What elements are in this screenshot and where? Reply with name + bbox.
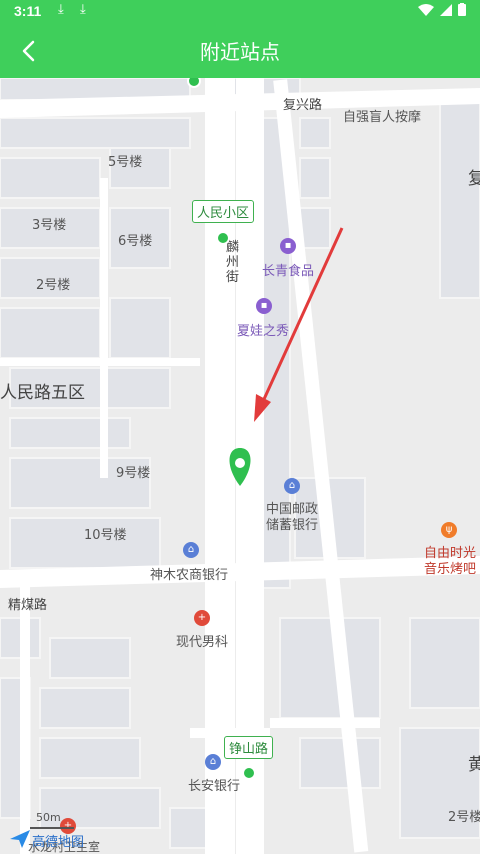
status-bar: 3:11 ⤓ ⤓ <box>0 0 480 24</box>
poi-postal-line2[interactable]: 储蓄银行 <box>266 514 318 533</box>
status-time: 3:11 <box>14 3 42 19</box>
bus-stop-marker[interactable] <box>242 766 256 780</box>
road-label-fuxing: 复兴路 <box>283 98 323 113</box>
building-label: 5号楼 <box>108 155 143 170</box>
signal-icon <box>440 3 452 16</box>
shop-icon: ▪ <box>256 298 272 314</box>
bus-stop-zhengshan[interactable]: 铮山路 <box>224 736 274 759</box>
wifi-icon <box>418 3 434 16</box>
building-label: 6号楼 <box>118 234 153 249</box>
poi-changqing[interactable]: 长青食品 <box>262 260 314 279</box>
bank-icon: ⌂ <box>183 542 199 558</box>
poi-ziyou-line2[interactable]: 音乐烤吧 <box>424 558 476 577</box>
bank-icon: ⌂ <box>205 754 221 770</box>
bank-icon: ⌂ <box>284 478 300 494</box>
poi-xiawa[interactable]: 夏娃之秀 <box>237 320 289 339</box>
building-label: 2号楼 <box>448 810 480 825</box>
building-label: 9号楼 <box>116 466 151 481</box>
map-scale-bar <box>30 827 74 829</box>
bus-stop-renmin-xiaoqu[interactable]: 人民小区 <box>192 200 255 223</box>
app-header: 附近站点 <box>0 24 480 78</box>
system-icons <box>418 3 466 16</box>
battery-icon <box>458 3 466 16</box>
map-scale: 50m <box>36 811 61 824</box>
download-icon: ⤓ <box>80 2 86 17</box>
page-title: 附近站点 <box>200 40 280 64</box>
map-view[interactable]: 复 黄 复兴路 麟州街 精煤路 人民路五区 5号楼 3号楼 6号楼 2号楼 9号… <box>0 78 480 854</box>
map-edge-label: 黄 <box>468 755 480 775</box>
restaurant-icon: ψ <box>441 522 457 538</box>
building-label: 2号楼 <box>36 278 71 293</box>
shop-icon: ▪ <box>280 238 296 254</box>
building-label: 3号楼 <box>32 218 67 233</box>
map-logo-text: 高德地图 <box>32 835 85 850</box>
bus-stop-marker[interactable] <box>216 231 230 245</box>
poi-changan-bank[interactable]: 长安银行 <box>188 775 240 794</box>
amap-logo-icon <box>10 830 30 848</box>
road-label-linzhou: 麟州街 <box>226 240 240 285</box>
download-icon: ⤓ <box>58 2 64 17</box>
hospital-icon: + <box>194 610 210 626</box>
road-label-jingmei: 精煤路 <box>8 598 48 613</box>
poi-xiandai[interactable]: 现代男科 <box>176 631 228 650</box>
poi-massage[interactable]: 自强盲人按摩 <box>343 106 421 125</box>
poi-shenmu-bank[interactable]: 神木农商银行 <box>150 564 228 583</box>
road-label-renmin-5: 人民路五区 <box>0 383 85 403</box>
map-edge-label: 复 <box>468 169 480 189</box>
building-label: 10号楼 <box>84 528 127 543</box>
